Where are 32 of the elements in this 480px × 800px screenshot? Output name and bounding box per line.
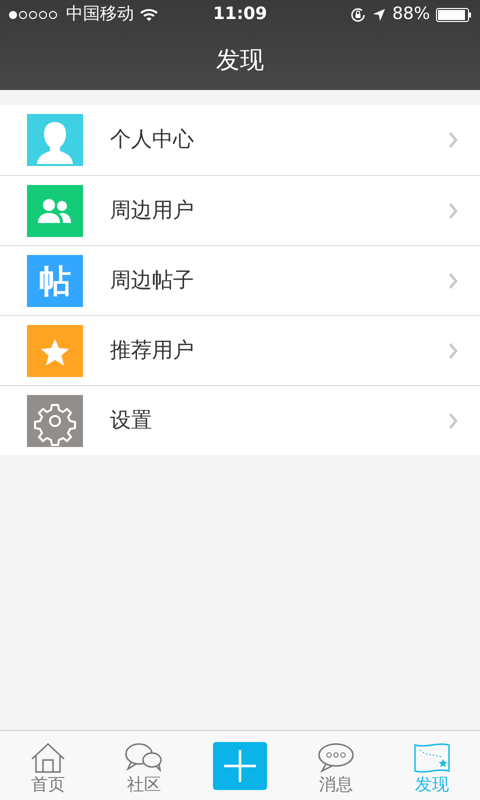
menu-item[interactable]: 推荐用户: [0, 315, 480, 385]
tab[interactable]: 消息: [316, 737, 356, 794]
battery-icon: [436, 8, 472, 22]
message-icon: [316, 741, 356, 773]
wifi-icon: [140, 8, 158, 22]
signal-icon: [8, 10, 60, 20]
carrier-name: 中国移动: [66, 3, 134, 26]
rotation-lock-icon: [350, 7, 366, 23]
chat-bubbles-icon: [124, 741, 164, 773]
tab[interactable]: 社区: [124, 737, 164, 794]
clock-time: 11:09: [212, 3, 268, 26]
chevron-icon: [448, 272, 458, 290]
menu-label: 个人中心: [110, 126, 195, 154]
menu-item[interactable]: 帖 周边帖子: [0, 245, 480, 315]
menu-item[interactable]: 设置: [0, 385, 480, 455]
chevron-icon: [448, 412, 458, 430]
tab[interactable]: 首页: [28, 737, 68, 794]
page-title: 发现: [216, 45, 264, 76]
menu-item[interactable]: 个人中心: [0, 105, 480, 175]
battery-percent: 88%: [392, 3, 430, 26]
tile-icon: 帖: [27, 254, 83, 306]
map-icon: [412, 741, 452, 773]
add-button[interactable]: [213, 742, 267, 790]
menu-label: 推荐用户: [110, 336, 195, 364]
location-arrow-icon: [372, 8, 386, 22]
menu-label: 设置: [110, 406, 153, 434]
chevron-icon: [448, 202, 458, 220]
menu-label: 周边用户: [110, 196, 195, 224]
chevron-icon: [448, 131, 458, 149]
chevron-icon: [448, 342, 458, 360]
menu-item[interactable]: 周边用户: [0, 175, 480, 245]
menu-label: 周边帖子: [110, 266, 195, 294]
